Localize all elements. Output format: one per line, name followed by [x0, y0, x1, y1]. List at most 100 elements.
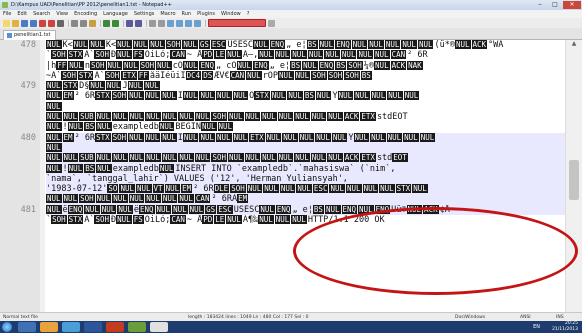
scroll-up-arrow-icon[interactable]: ▲ [566, 40, 582, 50]
language-indicator[interactable]: EN [533, 324, 540, 330]
code-line[interactable]: ~A`SOH STX Ã`SOH ETX FF åäIéüiIDC4 DS ÆV€CAN NUL… [46, 70, 566, 81]
start-button[interactable] [2, 322, 12, 332]
menu-edit[interactable]: Edit [14, 10, 30, 18]
taskbar-media-icon[interactable] [62, 322, 80, 332]
text-token: (ü*® [434, 40, 455, 50]
close-file-icon[interactable] [39, 19, 46, 27]
run-icon[interactable] [268, 19, 275, 27]
control-char-token: NUL [182, 40, 198, 49]
zoom-out-icon[interactable] [158, 19, 165, 27]
zoom-in-icon[interactable] [149, 19, 156, 27]
close-all-icon[interactable] [48, 19, 55, 27]
paste-icon[interactable] [89, 19, 96, 27]
sync-scroll-icon[interactable] [167, 19, 174, 27]
menu-help[interactable]: ? [244, 10, 253, 18]
code-line[interactable]: `SOH STX Ã`SOH ÐNUL FS ÒiLó;CAN ~ ÅPD LE NUL A–,N… [46, 50, 566, 60]
code-line[interactable]: NUL [46, 142, 566, 154]
toolbar-separator [205, 19, 206, 27]
code-line[interactable]: `nama`, `tanggal_lahir`) VALUES ('12', '… [46, 173, 566, 185]
save-icon[interactable] [21, 19, 28, 27]
control-char-token: BS [335, 60, 347, 70]
control-char-token: NUL [116, 40, 132, 49]
fold-margin[interactable] [40, 40, 45, 321]
menu-run[interactable]: Run [179, 10, 195, 18]
control-char-token: NUL [270, 91, 287, 101]
control-char-token: NUL [298, 132, 315, 142]
control-char-token: LE [214, 215, 226, 225]
code-line[interactable]: `SOH STX Ã`SOH ÐNUL FS ÒiLó;CAN ~ ÅPD LE NUL A¶‰N… [46, 215, 566, 225]
menu-settings[interactable]: Settings [131, 10, 158, 18]
tab-penelitian1[interactable]: penelitian1.txt [3, 30, 56, 40]
control-char-token: NUL [182, 91, 199, 101]
macro-toolbar-group[interactable] [208, 19, 266, 27]
control-char-token: NUL [216, 132, 232, 142]
control-char-token: NUL [194, 153, 211, 163]
control-char-token: EM [181, 184, 193, 194]
code-text[interactable]: NUL K<NUL NUL K<NUL NUL NUL SOH NUL GS ESC USESCNU… [46, 40, 566, 225]
open-folder-icon[interactable] [12, 19, 19, 27]
taskbar-powerpoint-icon[interactable] [106, 322, 124, 332]
cut-icon[interactable] [71, 19, 78, 27]
find-icon[interactable] [126, 19, 133, 27]
code-line[interactable]: |hFF NUL nSOH NUL NUL SOH NUL cÖNUL ENQ „ cÖNUL EN… [46, 60, 566, 71]
menu-plugins[interactable]: Plugins [194, 10, 218, 18]
menu-view[interactable]: View [53, 10, 71, 18]
code-line[interactable]: NUL STX D§NUL NUL JNUL NUL [46, 81, 566, 91]
text-token: HTTP/1.1 200 OK [307, 215, 385, 226]
text-token: INSERT INTO `exampledb`.`mahasiswa` (`ni… [175, 163, 396, 174]
new-file-icon[interactable] [3, 19, 10, 27]
control-char-token: NUL [112, 112, 128, 122]
code-line[interactable]: '1983-07-12'SO NUL NUL VT NUL EM ² 6RDLE SOH NUL… [46, 184, 566, 195]
code-line[interactable]: NUL NUL SUB NUL NUL NUL NUL NUL NUL NUL SOH NUL NUL N… [46, 112, 566, 122]
code-line[interactable]: NUL !NUL BS NUL exampledbNUL BEGINNUL NUL [46, 122, 566, 132]
scrollbar-thumb[interactable] [569, 160, 579, 200]
line-number: 481 [20, 204, 36, 215]
menu-search[interactable]: Search [30, 10, 53, 18]
text-token: J [122, 81, 128, 92]
text-token: Ã` [84, 215, 95, 226]
redo-icon[interactable] [112, 19, 119, 27]
code-line[interactable]: NUL ëENQ NUL NUL NUL ëENQ NUL NUL NUL GS ESC USESCN… [46, 204, 566, 216]
menu-file[interactable]: File [0, 10, 14, 18]
indent-guide-icon[interactable] [194, 19, 201, 27]
control-char-token: SOH [327, 70, 344, 80]
control-char-token: NUL [379, 184, 395, 194]
code-line[interactable]: NUL NUL SOH NUL NUL NUL NUL NUL NUL CAN ² 6RAEM [46, 194, 566, 205]
taskbar-folder-icon[interactable] [40, 322, 58, 332]
menu-macro[interactable]: Macro [157, 10, 178, 18]
save-all-icon[interactable] [30, 19, 37, 27]
show-all-characters-icon[interactable] [185, 19, 192, 27]
text-token: ~ Å [186, 215, 203, 226]
replace-icon[interactable] [135, 19, 142, 27]
taskbar-explorer-icon[interactable] [18, 322, 36, 332]
taskbar-chrome-icon[interactable] [150, 322, 168, 332]
code-line[interactable]: NUL NUL SUB NUL NUL NUL NUL NUL NUL NUL SOH NUL NUL N… [46, 153, 566, 164]
taskbar-word-icon[interactable] [84, 322, 102, 332]
undo-icon[interactable] [103, 19, 110, 27]
code-line[interactable]: NUL !NUL BS NUL exampledbNUL INSERT INTO `exa… [46, 163, 566, 174]
menu-window[interactable]: Window [218, 10, 244, 18]
control-char-token: NUL [228, 112, 244, 122]
code-line[interactable]: NUL EM ² 6RSTX SOH NUL NUL NUL INUL NUL NUL NUL ETX… [46, 132, 566, 143]
print-icon[interactable] [57, 19, 64, 27]
text-token: '1983-07-12' [46, 184, 108, 195]
code-line[interactable]: NUL EM ² 6RSTX SOH NUL NUL NUL INUL NUL NUL NUL ÒST… [46, 91, 566, 101]
menu-language[interactable]: Language [100, 10, 131, 18]
editor-area[interactable]: NUL K<NUL NUL K<NUL NUL NUL SOH NUL GS ESC USESCNU… [0, 40, 582, 321]
word-wrap-icon[interactable] [176, 19, 183, 27]
copy-icon[interactable] [80, 19, 87, 27]
taskbar-notepadpp-icon[interactable] [128, 322, 146, 332]
minimize-button[interactable]: ‒ [533, 1, 547, 9]
code-line[interactable]: NUL [46, 101, 566, 112]
system-clock[interactable]: 20:25 21/11/2013 [552, 321, 578, 333]
maximize-button[interactable]: □ [548, 1, 562, 9]
text-token: rÓP [262, 70, 279, 81]
control-char-token: FF [56, 60, 68, 70]
control-char-token: SOH [94, 50, 111, 60]
control-char-token: NUL [62, 153, 79, 163]
control-char-token: NUL [279, 184, 296, 194]
close-button[interactable]: ✕ [563, 1, 581, 9]
vertical-scrollbar[interactable]: ▲ ▼ [565, 40, 582, 321]
code-line[interactable]: NUL K<NUL NUL K<NUL NUL NUL SOH NUL GS ESC USESCNU… [46, 40, 566, 50]
menu-encoding[interactable]: Encoding [71, 10, 100, 18]
